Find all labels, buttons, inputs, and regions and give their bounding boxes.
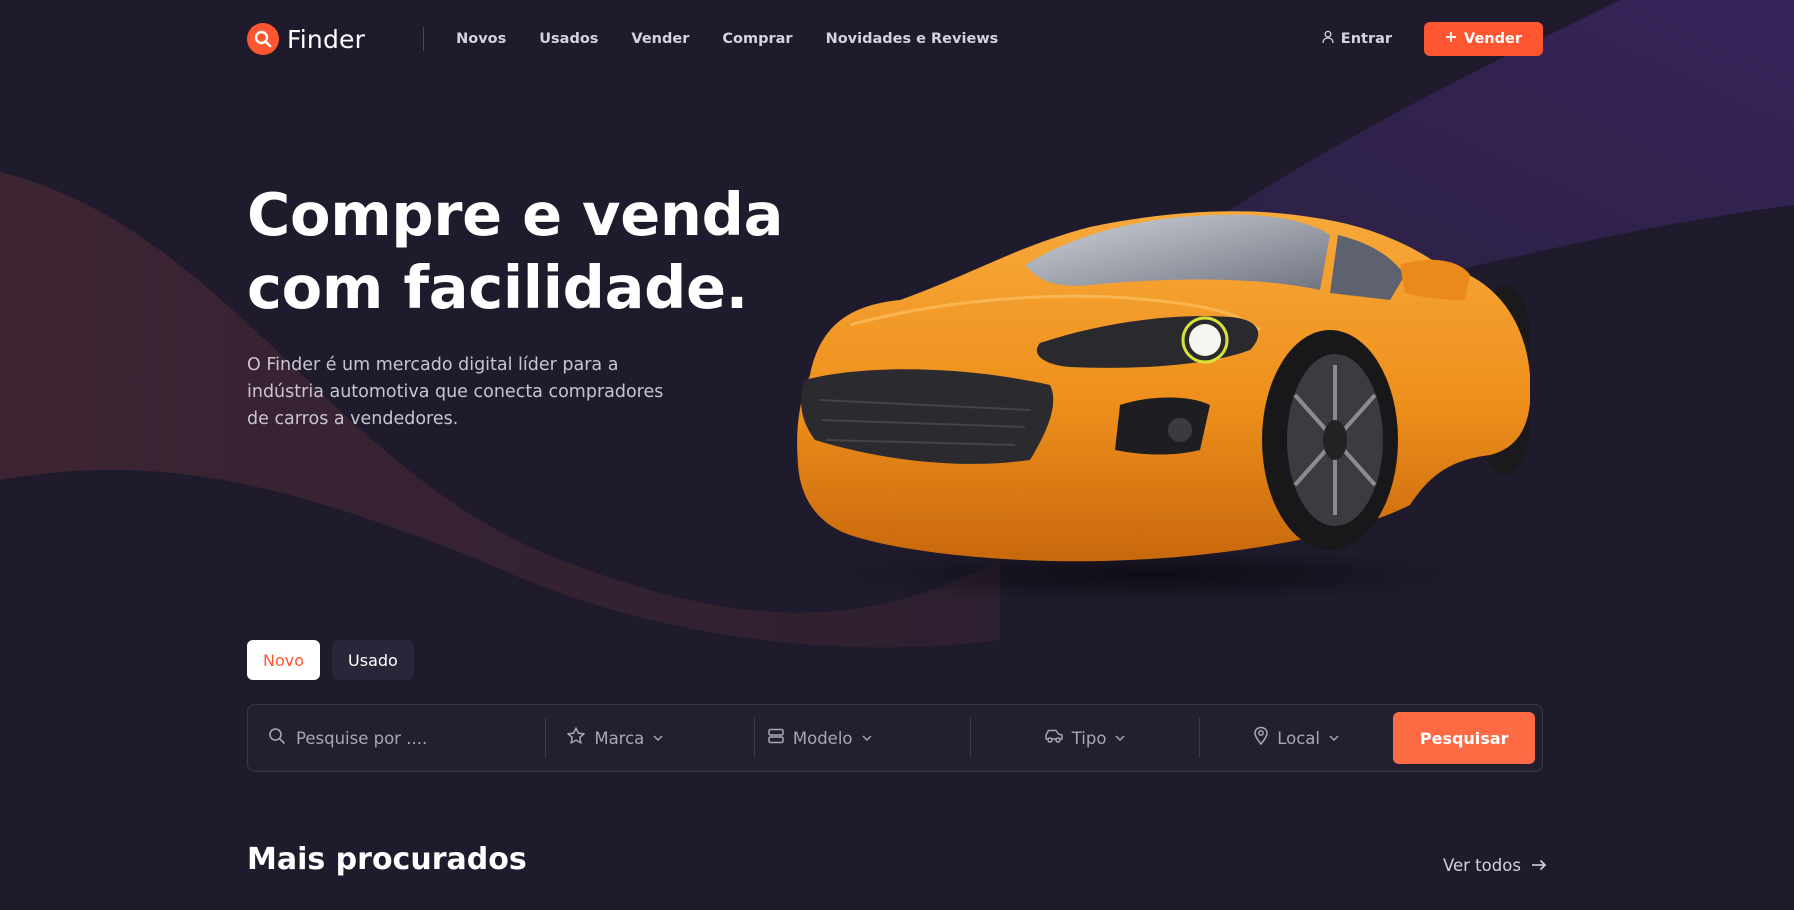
chevron-down-icon [1328,732,1340,744]
search-input[interactable]: Pesquise por .... [248,718,545,758]
section-title: Mais procurados [247,842,527,877]
nav-item-usados[interactable]: Usados [539,31,598,47]
chevron-down-icon [861,732,873,744]
nav-item-comprar[interactable]: Comprar [722,31,792,47]
condition-tabs: Novo Usado [247,640,414,680]
signin-label: Entrar [1340,31,1393,47]
hero-title: Compre e venda com facilidade. [247,178,783,324]
arrow-right-icon [1531,856,1547,875]
chevron-down-icon [1114,732,1126,744]
car-image [797,211,1530,603]
marca-select[interactable]: Marca [546,718,754,758]
search-bar: Pesquise por .... Marca Modelo Tipo Loca… [247,704,1543,772]
hero-title-line-2: com facilidade. [247,253,748,322]
nav-item-novos[interactable]: Novos [456,31,506,47]
logo-text: Finder [287,24,366,54]
tipo-label: Tipo [1071,728,1107,748]
user-icon [1321,30,1335,48]
signin-link[interactable]: Entrar [1321,30,1392,48]
sell-button-label: Vender [1464,31,1522,47]
nav-item-vender[interactable]: Vender [631,31,689,47]
search-placeholder: Pesquise por .... [296,728,428,748]
header-divider [423,27,425,51]
hero-title-line-1: Compre e venda [247,180,784,249]
local-label: Local [1277,728,1320,748]
star-icon [566,726,586,750]
sell-button[interactable]: Vender [1424,22,1543,56]
chevron-down-icon [652,732,664,744]
marca-label: Marca [594,728,645,748]
header-actions: Entrar Vender [1321,22,1543,56]
logo[interactable]: Finder [247,23,365,55]
view-all-label: Ver todos [1443,856,1521,875]
local-select[interactable]: Local [1200,718,1394,758]
tipo-select[interactable]: Tipo [971,718,1198,758]
modelo-label: Modelo [792,728,853,748]
header: Finder Novos Usados Vender Comprar Novid… [247,18,1543,60]
map-pin-icon [1253,726,1269,750]
layers-icon [767,727,785,749]
hero-description: O Finder é um mercado digital líder para… [247,355,664,429]
search-icon [268,727,286,749]
car-icon [1044,727,1064,749]
tab-usado[interactable]: Usado [332,640,414,680]
nav-item-novidades[interactable]: Novidades e Reviews [826,31,999,47]
search-icon [247,23,279,55]
view-all-link[interactable]: Ver todos [1443,856,1547,875]
modelo-select[interactable]: Modelo [755,718,971,758]
plus-icon [1445,31,1457,47]
main-nav: Novos Usados Vender Comprar Novidades e … [456,31,998,47]
tab-novo[interactable]: Novo [247,640,321,680]
search-button[interactable]: Pesquisar [1393,712,1536,764]
